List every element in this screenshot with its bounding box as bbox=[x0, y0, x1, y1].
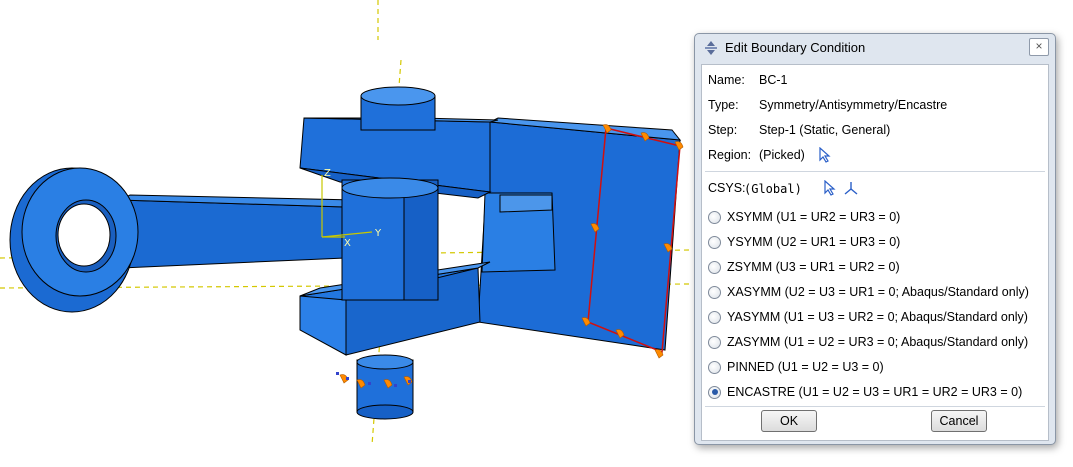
ok-button[interactable]: OK bbox=[761, 410, 817, 432]
radio-button[interactable] bbox=[708, 310, 721, 324]
separator bbox=[705, 406, 1045, 407]
csys-value: (Global) bbox=[744, 182, 802, 196]
triad-x-label: X bbox=[344, 238, 351, 249]
datum-csys-icon[interactable] bbox=[844, 180, 858, 196]
type-label: Type: bbox=[708, 98, 739, 112]
option-encastre[interactable]: ENCASTRE (U1 = U2 = U3 = UR1 = UR2 = UR3… bbox=[708, 385, 1022, 399]
triad-y-label: Y bbox=[374, 228, 382, 239]
name-label: Name: bbox=[708, 73, 745, 87]
region-value: (Picked) bbox=[759, 148, 805, 162]
cursor-arrow-icon[interactable] bbox=[818, 147, 832, 163]
option-label: PINNED (U1 = U2 = U3 = 0) bbox=[727, 360, 884, 374]
region-label: Region: bbox=[708, 148, 752, 162]
option-ysymm[interactable]: YSYMM (U2 = UR1 = UR3 = 0) bbox=[708, 235, 900, 249]
radio-button[interactable] bbox=[708, 235, 721, 249]
step-label: Step: bbox=[708, 123, 738, 137]
edit-boundary-condition-dialog: Edit Boundary Condition × Name: BC-1 Typ… bbox=[694, 33, 1056, 445]
option-label: ZASYMM (U1 = U2 = UR3 = 0; Abaqus/Standa… bbox=[727, 335, 1029, 349]
option-label: ENCASTRE (U1 = U2 = U3 = UR1 = UR2 = UR3… bbox=[727, 385, 1023, 399]
option-zasymm[interactable]: ZASYMM (U1 = U2 = UR3 = 0; Abaqus/Standa… bbox=[708, 335, 1028, 349]
eye-link-part[interactable] bbox=[9, 167, 357, 313]
dialog-titlebar[interactable]: Edit Boundary Condition × bbox=[695, 34, 1055, 62]
radio-button[interactable] bbox=[708, 210, 721, 224]
radio-button[interactable] bbox=[708, 360, 721, 374]
option-label: XASYMM (U2 = U3 = UR1 = 0; Abaqus/Standa… bbox=[727, 285, 1029, 299]
option-zsymm[interactable]: ZSYMM (U3 = UR1 = UR2 = 0) bbox=[708, 260, 900, 274]
option-pinned[interactable]: PINNED (U1 = U2 = U3 = 0) bbox=[708, 360, 884, 374]
triad-z-label: Z bbox=[324, 168, 331, 179]
option-label: YASYMM (U1 = U3 = UR2 = 0; Abaqus/Standa… bbox=[727, 310, 1028, 324]
radio-button[interactable] bbox=[708, 385, 721, 399]
radio-button[interactable] bbox=[708, 335, 721, 349]
move-dialog-icon bbox=[705, 41, 717, 55]
cursor-arrow-icon[interactable] bbox=[823, 180, 837, 196]
csys-label: CSYS: bbox=[708, 181, 746, 195]
name-value: BC-1 bbox=[759, 73, 788, 87]
type-value: Symmetry/Antisymmetry/Encastre bbox=[759, 98, 948, 112]
dialog-title: Edit Boundary Condition bbox=[725, 40, 866, 55]
option-label: XSYMM (U1 = UR2 = UR3 = 0) bbox=[727, 210, 901, 224]
dialog-body: Name: BC-1 Type: Symmetry/Antisymmetry/E… bbox=[701, 64, 1049, 441]
separator bbox=[705, 171, 1045, 172]
option-yasymm[interactable]: YASYMM (U1 = U3 = UR2 = 0; Abaqus/Standa… bbox=[708, 310, 1028, 324]
step-value: Step-1 (Static, General) bbox=[759, 123, 891, 137]
radio-button[interactable] bbox=[708, 285, 721, 299]
option-xasymm[interactable]: XASYMM (U2 = U3 = UR1 = 0; Abaqus/Standa… bbox=[708, 285, 1029, 299]
option-label: YSYMM (U2 = UR1 = UR3 = 0) bbox=[727, 235, 901, 249]
close-button[interactable]: × bbox=[1029, 38, 1049, 56]
option-xsymm[interactable]: XSYMM (U1 = UR2 = UR3 = 0) bbox=[708, 210, 900, 224]
cancel-button[interactable]: Cancel bbox=[931, 410, 987, 432]
radio-button[interactable] bbox=[708, 260, 721, 274]
option-label: ZSYMM (U3 = UR1 = UR2 = 0) bbox=[727, 260, 900, 274]
